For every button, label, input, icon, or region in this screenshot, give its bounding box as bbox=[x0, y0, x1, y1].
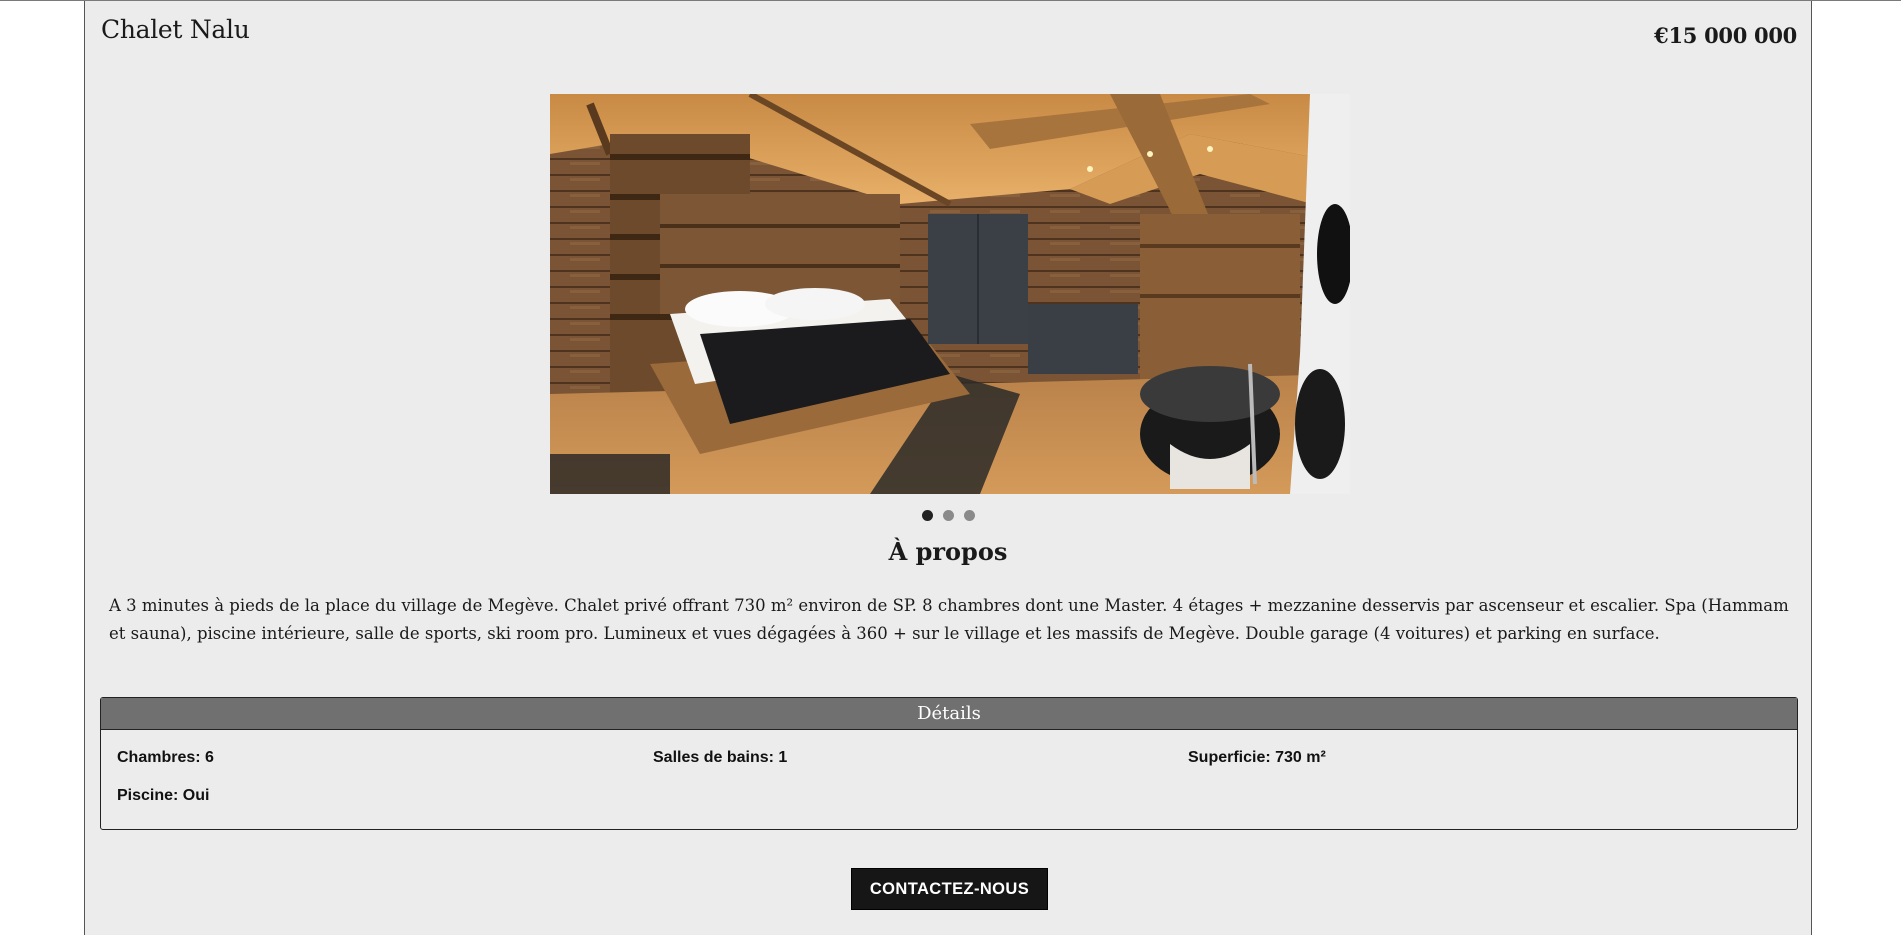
about-description: A 3 minutes à pieds de la place du villa… bbox=[109, 596, 1789, 643]
property-title: Chalet Nalu bbox=[101, 15, 250, 44]
carousel-indicators bbox=[85, 510, 1811, 521]
details-heading: Détails bbox=[101, 698, 1797, 730]
detail-pool: Piscine: Oui bbox=[117, 787, 210, 804]
details-panel: Détails Chambres: 6 Salles de bains: 1 S… bbox=[100, 697, 1798, 830]
property-card: Chalet Nalu €15 000 000 À propos A 3 min… bbox=[84, 1, 1812, 935]
contact-button[interactable]: CONTACTEZ-NOUS bbox=[851, 868, 1048, 910]
carousel-dot-3[interactable] bbox=[963, 510, 975, 521]
detail-area: Superficie: 730 m² bbox=[1188, 749, 1326, 766]
property-price: €15 000 000 bbox=[1654, 23, 1797, 48]
detail-bedrooms: Chambres: 6 bbox=[117, 749, 214, 766]
carousel-dot-1[interactable] bbox=[921, 510, 933, 521]
image-carousel[interactable] bbox=[550, 94, 1350, 494]
details-grid: Chambres: 6 Salles de bains: 1 Superfici… bbox=[101, 730, 1797, 830]
detail-bathrooms: Salles de bains: 1 bbox=[653, 749, 788, 766]
chalet-bedroom-photo bbox=[550, 94, 1350, 494]
about-heading: À propos bbox=[888, 537, 1008, 566]
carousel-dot-2[interactable] bbox=[942, 510, 954, 521]
